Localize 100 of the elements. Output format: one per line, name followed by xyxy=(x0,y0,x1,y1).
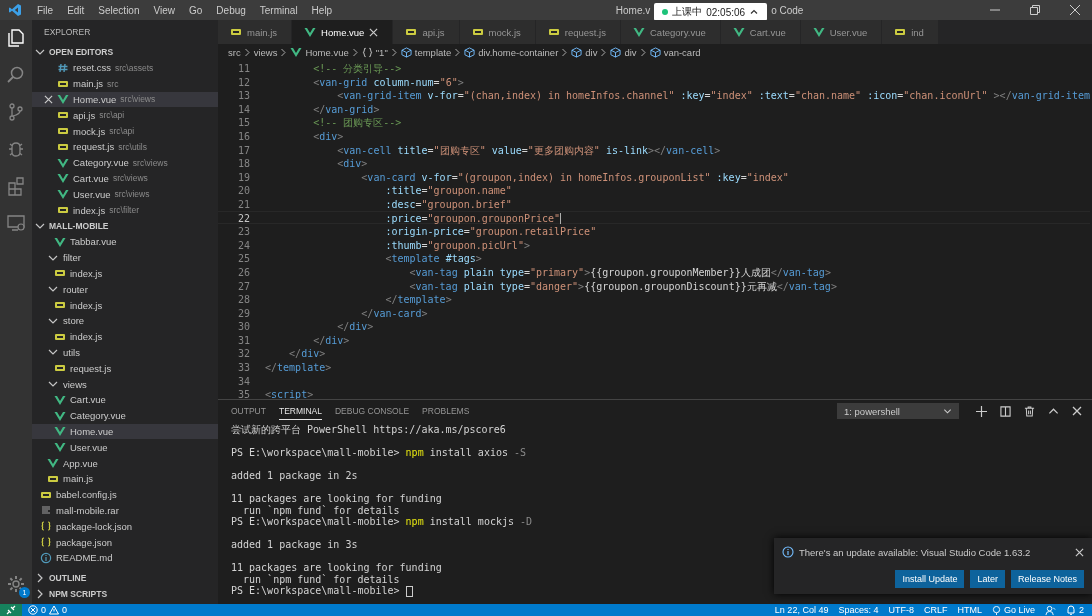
status-item[interactable]: HTML xyxy=(957,605,982,615)
close-icon[interactable] xyxy=(1070,5,1080,15)
editor-tab[interactable]: mock.js xyxy=(459,20,536,44)
notifications-indicator[interactable]: 2 xyxy=(1066,605,1084,615)
tree-item[interactable]: router xyxy=(32,281,218,298)
menu-item[interactable]: View xyxy=(146,4,182,16)
notification-button[interactable]: Install Update xyxy=(895,570,965,588)
breadcrumb-item[interactable]: "1" xyxy=(375,46,388,58)
section-header[interactable]: MALL-MOBILE xyxy=(32,217,218,234)
editor-tab[interactable]: api.js xyxy=(393,20,460,44)
menu-item[interactable]: Selection xyxy=(91,4,147,16)
open-editor-item[interactable]: User.vue src\views xyxy=(32,186,218,203)
editor-tab[interactable]: Home.vue xyxy=(292,20,394,44)
breadcrumb-item[interactable]: van-card xyxy=(663,46,701,58)
breadcrumb-item[interactable]: div.home-container xyxy=(478,46,559,58)
close-icon[interactable] xyxy=(369,27,379,37)
tree-item[interactable]: views xyxy=(32,376,218,392)
settings-icon[interactable] xyxy=(6,574,26,594)
close-icon[interactable] xyxy=(1072,406,1082,416)
person-icon[interactable] xyxy=(1045,604,1056,616)
open-editor-item[interactable]: api.js src\api xyxy=(32,107,218,124)
menu-item[interactable]: Terminal xyxy=(252,4,305,16)
tree-item[interactable]: index.js xyxy=(32,328,218,345)
open-editor-item[interactable]: request.js src\utils xyxy=(32,139,218,155)
section-header[interactable]: NPM SCRIPTS xyxy=(32,586,218,602)
section-header[interactable]: OUTLINE xyxy=(32,570,218,586)
notification-button[interactable]: Release Notes xyxy=(1010,570,1084,588)
menu-item[interactable]: File xyxy=(30,4,61,16)
tree-item[interactable]: store xyxy=(32,312,218,329)
search-icon[interactable] xyxy=(6,65,26,85)
editor-tab[interactable]: ind xyxy=(882,20,939,44)
open-editor-item[interactable]: mock.js src\api xyxy=(32,123,218,139)
tree-item[interactable]: Cart.vue xyxy=(32,391,218,408)
open-editor-item[interactable]: Cart.vue src\views xyxy=(32,170,218,187)
tree-item[interactable]: filter xyxy=(32,249,218,266)
tree-item[interactable]: package.json xyxy=(32,534,218,550)
close-icon[interactable] xyxy=(1075,547,1084,557)
extensions-icon[interactable] xyxy=(6,176,26,196)
line-number: 17 xyxy=(236,143,251,156)
source-control-icon[interactable] xyxy=(6,102,26,122)
tree-item[interactable]: App.vue xyxy=(32,455,218,471)
breadcrumb-item[interactable]: src xyxy=(228,46,241,58)
menu-item[interactable]: Go xyxy=(182,4,210,16)
tree-item[interactable]: babel.config.js xyxy=(32,486,218,503)
editor-tab[interactable]: Category.vue xyxy=(621,20,721,44)
status-item[interactable]: Go Live xyxy=(991,605,1035,615)
terminal-dropdown[interactable]: 1: powershell xyxy=(837,403,959,419)
files-icon[interactable] xyxy=(6,28,26,48)
close-icon[interactable] xyxy=(44,95,53,104)
tree-item[interactable]: request.js xyxy=(32,360,218,377)
code-line: <script> xyxy=(265,388,314,400)
monitor-icon[interactable] xyxy=(6,213,26,233)
code-line: :title="groupon.name" xyxy=(384,184,512,196)
panel-tab[interactable]: TERMINAL xyxy=(278,402,322,420)
split-icon[interactable] xyxy=(1000,405,1011,417)
tree-item[interactable]: mall-mobile.rar xyxy=(32,502,218,519)
menu-item[interactable]: Help xyxy=(304,4,340,16)
problems-indicator[interactable]: 0 0 xyxy=(28,605,68,615)
file-type-icon xyxy=(894,26,907,38)
plus-icon[interactable] xyxy=(976,405,987,417)
restore-icon[interactable] xyxy=(1030,5,1040,15)
trash-icon[interactable] xyxy=(1024,405,1035,417)
open-editor-item[interactable]: Home.vue src\views xyxy=(32,91,218,108)
tree-item[interactable]: Category.vue xyxy=(32,407,218,424)
tree-item[interactable]: Home.vue xyxy=(32,423,218,440)
tree-item[interactable]: main.js xyxy=(32,470,218,487)
menu-item[interactable]: Debug xyxy=(209,4,253,16)
open-editor-item[interactable]: reset.css src\assets xyxy=(32,60,218,76)
status-item[interactable]: Ln 22, Col 49 xyxy=(774,605,829,615)
tree-item[interactable]: index.js xyxy=(32,297,218,313)
breadcrumb-item[interactable]: div xyxy=(585,46,598,58)
open-editor-item[interactable]: main.js src xyxy=(32,75,218,92)
notification-button[interactable]: Later xyxy=(970,570,1005,588)
bug-icon[interactable] xyxy=(6,139,26,159)
class-status-badge[interactable]: 上课中 02:05:06 xyxy=(654,3,768,21)
section-header[interactable]: OPEN EDITORS xyxy=(32,44,218,60)
editor-tab[interactable]: Cart.vue xyxy=(720,20,801,44)
remote-button[interactable] xyxy=(0,604,22,616)
breadcrumb-item[interactable]: views xyxy=(253,46,278,58)
breadcrumb-item[interactable]: Home.vue xyxy=(305,46,349,58)
editor-tab[interactable]: User.vue xyxy=(800,20,883,44)
tree-item[interactable]: index.js xyxy=(32,265,218,282)
editor-tab[interactable]: request.js xyxy=(535,20,621,44)
panel-tab[interactable]: PROBLEMS xyxy=(422,402,470,420)
open-editor-item[interactable]: index.js src\filter xyxy=(32,202,218,218)
tree-item[interactable]: package-lock.json xyxy=(32,518,218,535)
breadcrumb-item[interactable]: div xyxy=(624,46,637,58)
menu-item[interactable]: Edit xyxy=(60,4,92,16)
tree-item[interactable]: Tabbar.vue xyxy=(32,233,218,250)
status-item[interactable]: UTF-8 xyxy=(888,605,914,615)
tree-item[interactable]: README.md xyxy=(32,549,218,566)
breadcrumb-item[interactable]: template xyxy=(414,46,452,58)
tree-item[interactable]: utils xyxy=(32,344,218,361)
panel-tab[interactable]: OUTPUT xyxy=(231,402,266,420)
status-item[interactable]: Spaces: 4 xyxy=(838,605,879,615)
panel-tab[interactable]: DEBUG CONSOLE xyxy=(334,402,410,420)
editor-tab[interactable]: main.js xyxy=(218,20,293,44)
tree-item[interactable]: User.vue xyxy=(32,439,218,456)
open-editor-item[interactable]: Category.vue src\views xyxy=(32,154,218,171)
status-item[interactable]: CRLF xyxy=(923,605,948,615)
